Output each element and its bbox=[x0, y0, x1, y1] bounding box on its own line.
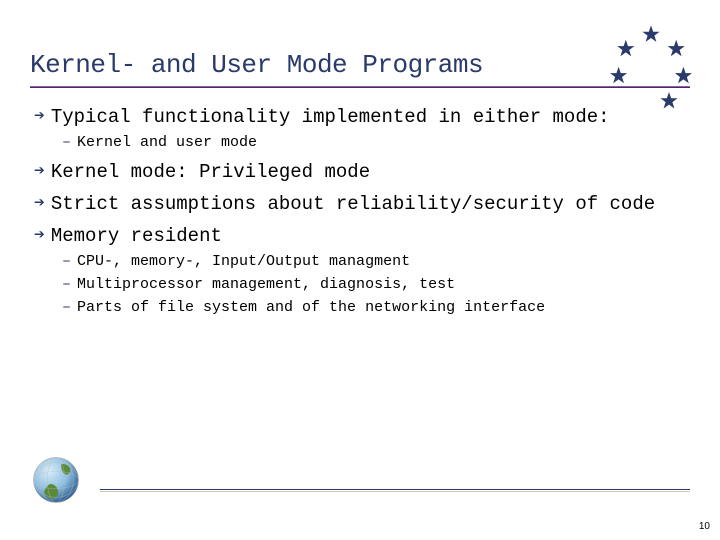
sub-bullet-item: – CPU-, memory-, Input/Output managment bbox=[62, 253, 690, 270]
slide-content: ➔ Typical functionality implemented in e… bbox=[30, 106, 690, 316]
sub-bullet-text: CPU-, memory-, Input/Output managment bbox=[77, 253, 410, 270]
sub-bullet-text: Multiprocessor management, diagnosis, te… bbox=[77, 276, 455, 293]
bullet-item: ➔ Typical functionality implemented in e… bbox=[34, 106, 690, 128]
sub-bullet-item: – Kernel and user mode bbox=[62, 134, 690, 151]
dash-bullet-icon: – bbox=[62, 276, 71, 293]
bullet-item: ➔ Memory resident bbox=[34, 225, 690, 247]
dash-bullet-icon: – bbox=[62, 134, 71, 151]
page-number: 10 bbox=[699, 521, 710, 532]
bullet-item: ➔ Kernel mode: Privileged mode bbox=[34, 161, 690, 183]
bullet-item: ➔ Strict assumptions about reliability/s… bbox=[34, 193, 690, 215]
slide-title: Kernel- and User Mode Programs bbox=[30, 50, 690, 80]
sub-bullet-item: – Multiprocessor management, diagnosis, … bbox=[62, 276, 690, 293]
dash-bullet-icon: – bbox=[62, 253, 71, 270]
sub-bullet-item: – Parts of file system and of the networ… bbox=[62, 299, 690, 316]
bullet-text: Memory resident bbox=[51, 225, 222, 247]
slide-header: Kernel- and User Mode Programs bbox=[30, 50, 690, 88]
title-rule bbox=[30, 86, 690, 88]
arrow-bullet-icon: ➔ bbox=[34, 193, 45, 215]
dash-bullet-icon: – bbox=[62, 299, 71, 316]
slide-container: Kernel- and User Mode Programs ➔ Typical… bbox=[0, 0, 720, 540]
arrow-bullet-icon: ➔ bbox=[34, 225, 45, 247]
bullet-text: Typical functionality implemented in eit… bbox=[51, 106, 610, 128]
globe-icon bbox=[30, 454, 82, 506]
sub-bullet-text: Kernel and user mode bbox=[77, 134, 257, 151]
arrow-bullet-icon: ➔ bbox=[34, 161, 45, 183]
bullet-text: Kernel mode: Privileged mode bbox=[51, 161, 370, 183]
arrow-bullet-icon: ➔ bbox=[34, 106, 45, 128]
bullet-text: Strict assumptions about reliability/sec… bbox=[51, 193, 655, 215]
footer-rule bbox=[100, 489, 690, 490]
stars-logo-icon bbox=[606, 20, 696, 110]
sub-bullet-text: Parts of file system and of the networki… bbox=[77, 299, 545, 316]
